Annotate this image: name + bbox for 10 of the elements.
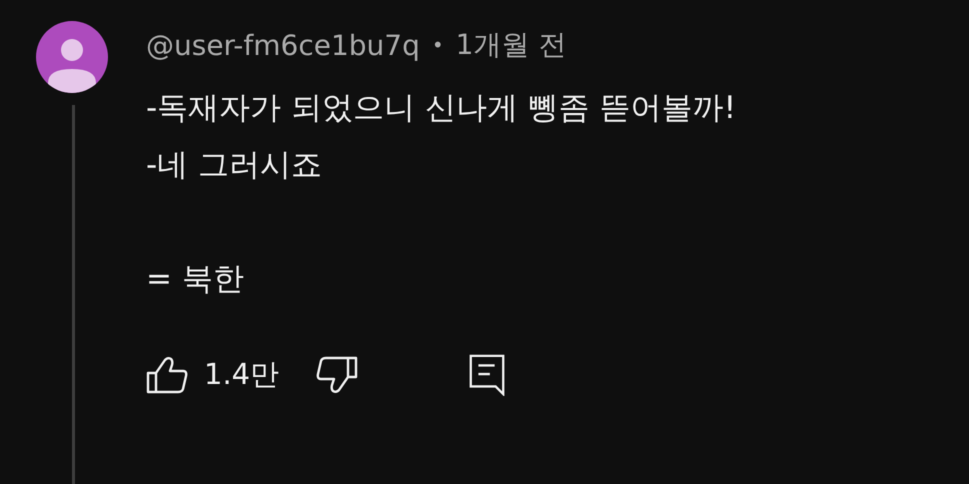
thumbs-up-icon[interactable] (146, 356, 188, 394)
comment-text: -독재자가 되었으니 신나게 뼹좀 뜯어볼까! -네 그러시죠 (146, 89, 736, 185)
author-name[interactable]: @user-fm6ce1bu7q (146, 28, 420, 62)
separator-dot: • (432, 33, 444, 57)
comment-text: = 북한 (146, 260, 245, 299)
thumbs-down-icon[interactable] (316, 356, 358, 394)
reply-icon[interactable] (468, 354, 506, 396)
like-count: 1.4만 (204, 356, 280, 393)
comment-time[interactable]: 1개월 전 (456, 26, 566, 64)
avatar-icon[interactable] (36, 21, 108, 93)
